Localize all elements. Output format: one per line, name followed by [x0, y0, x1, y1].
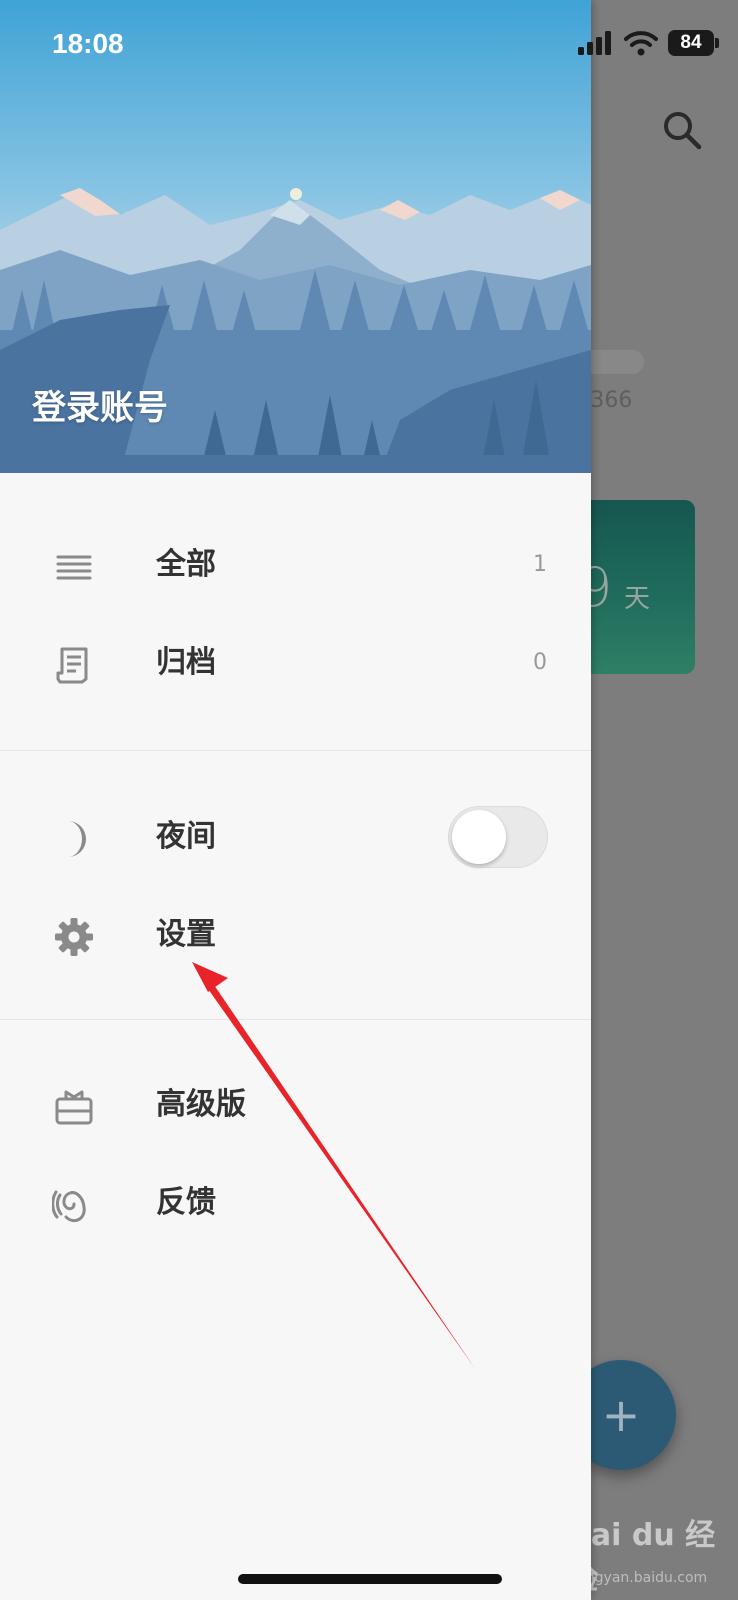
menu-item-label: 高级版 — [156, 1087, 246, 1122]
list-icon — [56, 555, 92, 580]
wifi-icon — [624, 31, 658, 56]
menu-item-label: 全部 — [156, 547, 216, 582]
menu-item-settings[interactable]: 设置 — [0, 895, 591, 975]
login-account-label[interactable]: 登录账号 — [32, 380, 168, 429]
menu-item-label: 反馈 — [156, 1185, 216, 1220]
home-indicator[interactable] — [238, 1574, 502, 1584]
gear-icon — [55, 918, 93, 956]
menu-item-archive[interactable]: 归档 0 — [0, 623, 591, 703]
toggle-knob — [452, 810, 506, 864]
night-mode-toggle[interactable] — [448, 806, 548, 868]
item-count: 0 — [533, 650, 547, 675]
section-divider — [0, 1019, 591, 1020]
status-time: 18:08 — [52, 28, 124, 59]
card-unit: 天 — [624, 584, 651, 614]
watermark-url: jingyan.baidu.com — [578, 1570, 708, 1586]
item-count: 1 — [533, 552, 547, 577]
menu-item-all[interactable]: 全部 1 — [0, 525, 591, 605]
gift-icon — [55, 1090, 93, 1125]
status-icons: 84 — [578, 30, 719, 56]
drawer-header[interactable]: 登录账号 — [0, 0, 591, 473]
signal-icon — [578, 31, 611, 55]
menu-item-label: 夜间 — [156, 819, 216, 854]
search-icon[interactable] — [660, 108, 704, 152]
battery-icon: 84 — [668, 30, 714, 56]
navigation-drawer: 登录账号 全部 1 归档 0 夜间 设置 高级版 反馈 — [0, 0, 591, 1600]
archive-icon — [56, 647, 88, 684]
menu-item-feedback[interactable]: 反馈 — [0, 1163, 591, 1243]
menu-item-premium[interactable]: 高级版 — [0, 1065, 591, 1145]
battery-tip — [715, 38, 719, 48]
ear-icon — [52, 1190, 86, 1223]
section-divider — [0, 750, 591, 751]
moon-icon — [68, 821, 86, 857]
menu-item-label: 设置 — [156, 917, 216, 952]
menu-item-label: 归档 — [156, 645, 216, 680]
